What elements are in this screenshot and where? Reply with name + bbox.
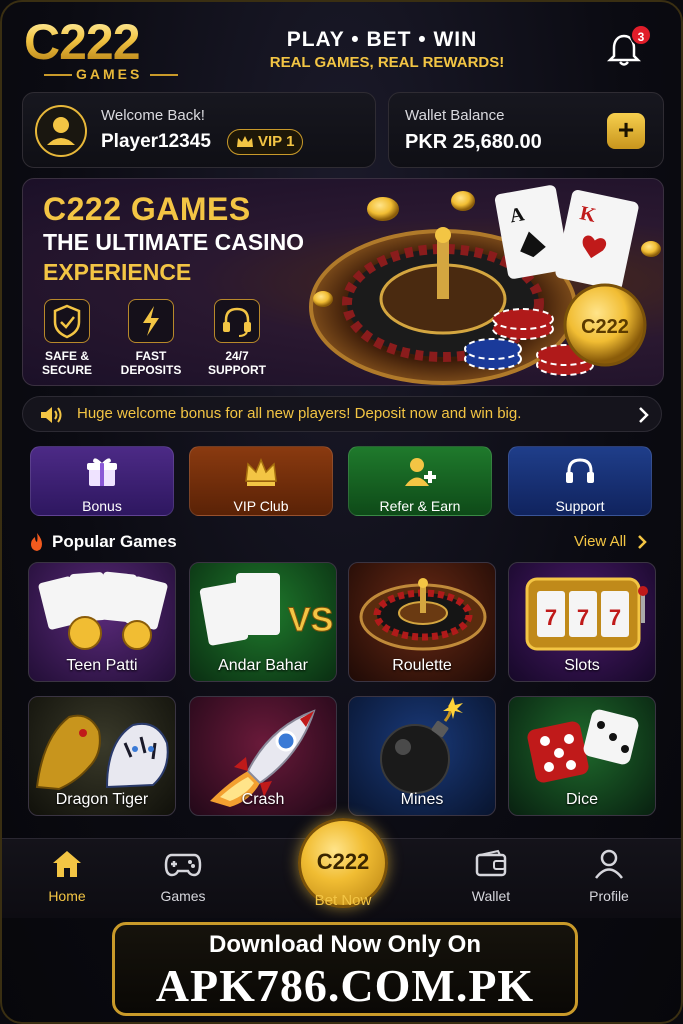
game-label: Crash xyxy=(241,791,285,808)
download-site: APK786.COM.PK xyxy=(155,960,535,1011)
section-title-popular: Popular Games xyxy=(52,532,177,551)
add-user-icon xyxy=(405,458,436,486)
banner-subtitle-highlight: EXPERIENCE xyxy=(43,259,192,285)
nav-home-label: Home xyxy=(48,888,86,904)
nav-home[interactable]: Home xyxy=(22,849,112,904)
game-card-teen-patti[interactable]: Teen Patti xyxy=(28,562,176,682)
nav-games[interactable]: Games xyxy=(138,849,228,904)
game-label: Mines xyxy=(400,791,444,808)
gamepad-icon xyxy=(164,853,202,877)
download-text: Download Now Only On xyxy=(209,931,481,958)
announcement-bar[interactable]: Huge welcome bonus for all new players! … xyxy=(22,396,662,432)
logo-divider xyxy=(44,74,72,76)
lightning-icon xyxy=(128,299,174,343)
bonus-button[interactable]: Bonus xyxy=(30,446,174,516)
player-name: Player12345 xyxy=(101,131,211,152)
game-label: Slots xyxy=(564,657,600,674)
feature-label: SECURE xyxy=(41,363,92,377)
game-card-slots[interactable]: 7 7 7 Slots xyxy=(508,562,656,682)
svg-text:7: 7 xyxy=(577,605,589,630)
vip-badge[interactable]: VIP 1 xyxy=(227,129,303,155)
add-funds-button[interactable]: + xyxy=(607,113,645,149)
chevron-right-icon xyxy=(639,407,649,423)
game-card-dice[interactable]: Dice xyxy=(508,696,656,816)
svg-text:VS: VS xyxy=(288,601,333,639)
game-card-crash[interactable]: Crash xyxy=(189,696,337,816)
nav-wallet[interactable]: Wallet xyxy=(446,849,536,904)
bonus-label: Bonus xyxy=(82,498,122,514)
headset-icon xyxy=(566,458,594,483)
banner-subtitle: THE ULTIMATE CASINO xyxy=(43,229,305,255)
shield-icon xyxy=(44,299,90,343)
feature-label: DEPOSITS xyxy=(120,363,182,377)
nav-profile-label: Profile xyxy=(589,888,629,904)
game-label: Dragon Tiger xyxy=(55,791,149,808)
feature-label: SUPPORT xyxy=(207,363,266,377)
feature-label: 24/7 xyxy=(225,349,249,363)
svg-text:7: 7 xyxy=(609,605,621,630)
header: C222 GAMES PLAY • BET • WIN REAL GAMES, … xyxy=(2,2,681,88)
brand-logo[interactable]: C222 GAMES xyxy=(24,16,194,82)
support-label: Support xyxy=(555,498,605,514)
nav-games-label: Games xyxy=(160,888,206,904)
profile-icon xyxy=(595,849,623,879)
speaker-icon xyxy=(41,407,62,423)
game-card-andar-bahar[interactable]: VS Andar Bahar xyxy=(189,562,337,682)
app-frame: C222 GAMES PLAY • BET • WIN REAL GAMES, … xyxy=(0,0,683,1024)
vip-level: VIP 1 xyxy=(258,133,295,150)
tagline-subtitle: REAL GAMES, REAL REWARDS! xyxy=(269,54,505,71)
gift-icon xyxy=(87,458,117,486)
crown-icon xyxy=(237,136,253,147)
feature-label: FAST xyxy=(135,349,167,363)
avatar[interactable] xyxy=(35,105,87,157)
logo-divider xyxy=(150,74,178,76)
feature-support: 24/7 SUPPORT xyxy=(195,299,279,377)
tagline-title: PLAY • BET • WIN xyxy=(286,28,478,51)
user-icon xyxy=(47,117,75,145)
game-label: Roulette xyxy=(392,657,452,674)
support-button[interactable]: Support xyxy=(508,446,652,516)
headset-icon xyxy=(214,299,260,343)
wallet-amount: PKR 25,680.00 xyxy=(405,131,542,153)
svg-text:7: 7 xyxy=(545,605,557,630)
nav-wallet-label: Wallet xyxy=(471,888,511,904)
wallet-label: Wallet Balance xyxy=(405,107,505,124)
crown-icon xyxy=(245,458,277,486)
vip-club-button[interactable]: VIP Club xyxy=(189,446,333,516)
refer-earn-button[interactable]: Refer & Earn xyxy=(348,446,492,516)
logo-main-text: C222 xyxy=(24,14,141,70)
game-label: Teen Patti xyxy=(66,657,138,674)
banner-title: C222 GAMES xyxy=(43,191,251,227)
logo-sub-text: GAMES xyxy=(76,66,143,82)
feature-fast-deposits: FAST DEPOSITS xyxy=(109,299,193,377)
wallet-icon xyxy=(475,849,507,877)
svg-text:C222: C222 xyxy=(581,316,629,338)
download-banner[interactable]: Download Now Only On APK786.COM.PK xyxy=(112,922,578,1016)
home-icon xyxy=(53,851,81,877)
bet-now-label: Bet Now xyxy=(314,892,372,909)
game-card-dragon-tiger[interactable]: Dragon Tiger xyxy=(28,696,176,816)
game-label: Andar Bahar xyxy=(218,657,308,674)
view-all-link[interactable]: View All xyxy=(574,533,626,550)
announcement-text: Huge welcome bonus for all new players! … xyxy=(77,405,522,422)
game-label: Dice xyxy=(565,791,598,808)
game-card-roulette[interactable]: Roulette xyxy=(348,562,496,682)
refer-earn-label: Refer & Earn xyxy=(379,498,461,514)
user-card[interactable]: Welcome Back! Player12345 VIP 1 xyxy=(22,92,376,168)
fire-icon xyxy=(31,533,42,551)
feature-label: SAFE & xyxy=(44,349,89,363)
notification-badge: 3 xyxy=(630,24,652,46)
game-card-mines[interactable]: Mines xyxy=(348,696,496,816)
nav-profile[interactable]: Profile xyxy=(564,849,654,904)
vip-club-label: VIP Club xyxy=(233,498,289,514)
wallet-card[interactable]: Wallet Balance PKR 25,680.00 + xyxy=(388,92,664,168)
bet-now-coin-text: C222 xyxy=(316,849,370,874)
feature-safe-secure: SAFE & SECURE xyxy=(25,299,109,377)
welcome-text: Welcome Back! xyxy=(101,107,205,124)
chevron-right-icon xyxy=(638,535,647,549)
promo-banner[interactable]: A K C222 C222 GAMES THE ULTIMATE CASINO … xyxy=(22,178,664,386)
